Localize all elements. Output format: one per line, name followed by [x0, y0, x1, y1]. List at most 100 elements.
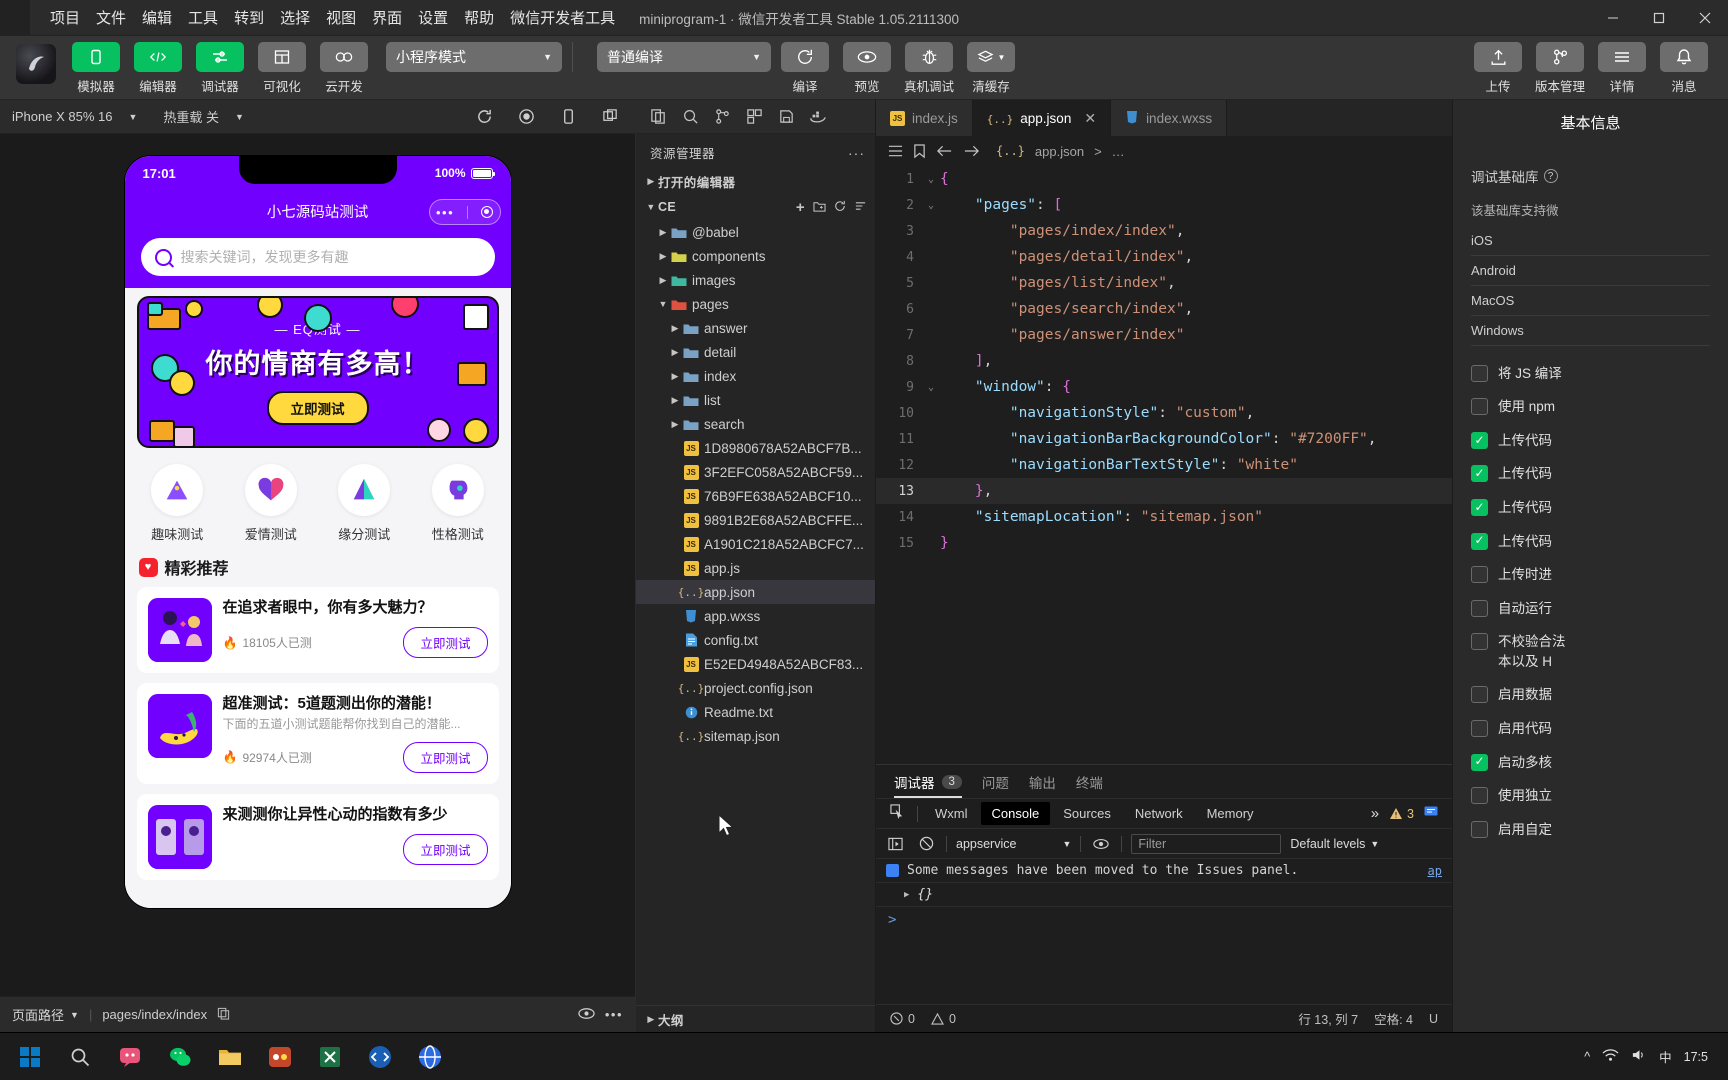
help-icon[interactable]: ?	[1543, 169, 1558, 183]
line-col-indicator[interactable]: 行 13, 列 7	[1298, 1009, 1358, 1028]
debugger-tab-调试器[interactable]: 调试器 3	[894, 765, 962, 798]
inspect-icon[interactable]	[884, 803, 911, 824]
record-icon[interactable]	[513, 106, 539, 128]
debugger-tab-终端[interactable]: 终端	[1076, 765, 1103, 798]
toolbar-button-调试器[interactable]: 调试器	[192, 42, 248, 95]
tree-item-app.js[interactable]: JS app.js	[636, 556, 875, 580]
taskbar-game-icon[interactable]	[258, 1037, 302, 1077]
multi-window-icon[interactable]	[597, 106, 623, 128]
expand-arrow-icon[interactable]: ▶	[904, 890, 909, 900]
taskbar-wechat-icon[interactable]	[158, 1037, 202, 1077]
devtools-tab-Memory[interactable]: Memory	[1196, 802, 1265, 825]
setting-checkbox-6[interactable]: 上传时进	[1471, 565, 1710, 585]
refresh-icon[interactable]	[471, 106, 497, 128]
open-editors-section[interactable]: ▶ 打开的编辑器	[636, 168, 875, 194]
network-icon[interactable]	[1602, 1048, 1619, 1065]
menu-item-0[interactable]: 项目	[42, 3, 88, 32]
new-file-icon[interactable]: +	[796, 200, 805, 215]
copy-icon[interactable]	[217, 1007, 230, 1023]
collapse-icon[interactable]	[854, 200, 867, 215]
checkbox-box[interactable]	[1471, 686, 1488, 704]
sliders-icon[interactable]	[196, 42, 244, 72]
console-prompt[interactable]: >	[876, 907, 1452, 933]
checkbox-box[interactable]: ✓	[1471, 465, 1488, 483]
setting-checkbox-13[interactable]: 启用自定	[1471, 820, 1710, 840]
console-output[interactable]: Some messages have been moved to the Iss…	[876, 859, 1452, 1004]
setting-checkbox-5[interactable]: ✓ 上传代码	[1471, 532, 1710, 552]
tree-item-search[interactable]: ▶ search	[636, 412, 875, 436]
tree-item-sitemap.json[interactable]: {..} sitemap.json	[636, 724, 875, 748]
tree-item-E52ED4948A52ABCF83...[interactable]: JS E52ED4948A52ABCF83...	[636, 652, 875, 676]
banner-cta-button[interactable]: 立即测试	[266, 391, 369, 425]
menu-icon[interactable]	[1598, 42, 1646, 72]
devtools-tab-Wxml[interactable]: Wxml	[924, 802, 979, 825]
refresh-icon[interactable]	[834, 200, 846, 215]
layers-icon[interactable]: ▼	[967, 42, 1015, 72]
setting-checkbox-4[interactable]: ✓ 上传代码	[1471, 498, 1710, 518]
tree-item-3F2EFC058A52ABCF59...[interactable]: JS 3F2EFC058A52ABCF59...	[636, 460, 875, 484]
devtools-tab-Sources[interactable]: Sources	[1052, 802, 1122, 825]
tree-item-app.wxss[interactable]: app.wxss	[636, 604, 875, 628]
ime-indicator[interactable]: 中	[1659, 1047, 1672, 1066]
checkbox-box[interactable]	[1471, 398, 1488, 416]
source-control-icon[interactable]	[708, 105, 736, 129]
toolbar-button-预览[interactable]: 预览	[839, 42, 895, 95]
forward-arrow-icon[interactable]	[963, 144, 980, 158]
tree-item-detail[interactable]: ▶ detail	[636, 340, 875, 364]
cloud-icon[interactable]	[320, 42, 368, 72]
checkbox-box[interactable]: ✓	[1471, 499, 1488, 516]
taskbar-chat-icon[interactable]	[108, 1037, 152, 1077]
checkbox-box[interactable]	[1471, 633, 1488, 651]
hotreload-select[interactable]: 热重载 关	[163, 107, 219, 126]
setting-checkbox-1[interactable]: 使用 npm	[1471, 397, 1710, 417]
category-item-0[interactable]: 趣味测试	[140, 464, 214, 543]
warning-indicator[interactable]: 3	[1389, 807, 1414, 821]
toolbar-button-详情[interactable]: 详情	[1594, 42, 1650, 95]
levels-select[interactable]: Default levels ▼	[1290, 837, 1379, 851]
error-indicator[interactable]: 0	[890, 1012, 915, 1026]
save-icon[interactable]	[772, 105, 800, 129]
editor-tab-index.wxss[interactable]: index.wxss	[1111, 100, 1228, 136]
minimize-button[interactable]	[1590, 0, 1636, 35]
tree-item-A1901C218A52ABCFC7...[interactable]: JS A1901C218A52ABCFC7...	[636, 532, 875, 556]
code-editor[interactable]: 1 ⌄{2 ⌄ "pages": [3 "pages/index/index", 4 …	[876, 166, 1452, 764]
new-folder-icon[interactable]	[813, 200, 826, 215]
page-path-label[interactable]: 页面路径 ▼	[12, 1005, 79, 1024]
code-icon[interactable]	[134, 42, 182, 72]
compile-select[interactable]: 普通编译 ▼	[597, 42, 771, 72]
toolbar-button-编译[interactable]: 编译	[777, 42, 833, 95]
menu-item-8[interactable]: 设置	[410, 3, 456, 32]
eye-icon[interactable]	[578, 1007, 595, 1023]
category-item-3[interactable]: 性格测试	[421, 464, 495, 543]
phone-icon[interactable]	[72, 42, 120, 72]
refresh-icon[interactable]	[781, 42, 829, 72]
upload-icon[interactable]	[1474, 42, 1522, 72]
breadcrumb-file[interactable]: app.json	[1035, 144, 1084, 159]
debugger-tab-问题[interactable]: 问题	[982, 765, 1009, 798]
taskbar-excel-icon[interactable]	[308, 1037, 352, 1077]
tree-item-9891B2E68A52ABCFFE...[interactable]: JS 9891B2E68A52ABCFFE...	[636, 508, 875, 532]
checkbox-box[interactable]	[1471, 599, 1488, 617]
checkbox-box[interactable]	[1471, 719, 1488, 737]
devtools-tab-Console[interactable]: Console	[980, 802, 1051, 825]
bell-icon[interactable]	[1660, 42, 1708, 72]
device-select[interactable]: iPhone X 85% 16	[12, 109, 112, 124]
setting-checkbox-9[interactable]: 启用数据	[1471, 685, 1710, 705]
outline-section[interactable]: ▶ 大纲	[636, 1005, 875, 1032]
filter-input[interactable]: Filter	[1131, 833, 1282, 854]
search-icon[interactable]	[676, 105, 704, 129]
fold-toggle[interactable]: ⌄	[922, 382, 940, 393]
capsule-button[interactable]: •••	[428, 199, 501, 225]
tree-item-76B9FE638A52ABCF10...[interactable]: JS 76B9FE638A52ABCF10...	[636, 484, 875, 508]
checkbox-box[interactable]: ✓	[1471, 532, 1488, 550]
breadcrumb-tail[interactable]: …	[1112, 144, 1125, 159]
toolbar-button-清缓存[interactable]: ▼ 清缓存	[963, 42, 1019, 95]
setting-checkbox-2[interactable]: ✓ 上传代码	[1471, 431, 1710, 451]
fold-toggle[interactable]: ⌄	[922, 174, 940, 185]
tree-item-app.json[interactable]: {..} app.json	[636, 580, 875, 604]
list-icon[interactable]	[888, 144, 903, 158]
promo-banner[interactable]: — EQ测试 — 你的情商有多高！ 立即测试	[136, 296, 499, 448]
console-object[interactable]: ▶ {}	[876, 883, 1452, 907]
tree-item-Readme.txt[interactable]: Readme.txt	[636, 700, 875, 724]
card-test-button[interactable]: 立即测试	[403, 741, 488, 773]
